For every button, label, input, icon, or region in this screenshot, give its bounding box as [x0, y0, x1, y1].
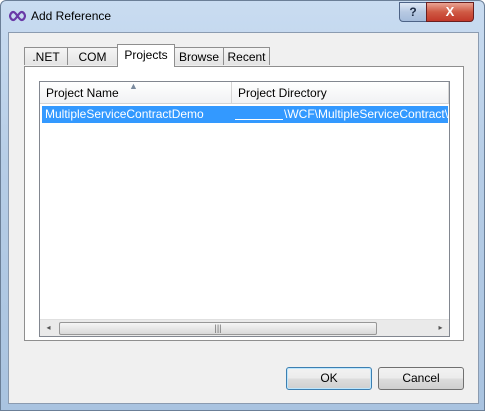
- tab-label: .NET: [32, 50, 60, 64]
- scroll-right-icon[interactable]: ▸: [432, 320, 449, 336]
- title-bar[interactable]: Add Reference ? X: [1, 1, 484, 31]
- tab-com[interactable]: COM: [67, 47, 118, 65]
- project-directory-cell: \WCF\MultipleServiceContract\: [284, 107, 448, 121]
- redacted-path-segment: [235, 119, 283, 120]
- projects-list[interactable]: ▲ Project Name Project Directory Multipl…: [39, 81, 450, 337]
- help-button[interactable]: ?: [399, 2, 427, 22]
- scroll-thumb[interactable]: |||: [59, 322, 377, 335]
- grip-icon: |||: [214, 323, 222, 333]
- close-button[interactable]: X: [426, 2, 474, 22]
- column-header-label: Project Directory: [238, 86, 327, 100]
- tab-label: Projects: [124, 48, 168, 62]
- cancel-button[interactable]: Cancel: [378, 367, 464, 390]
- column-header-project-directory[interactable]: Project Directory: [232, 82, 449, 104]
- tab-net[interactable]: .NET: [24, 47, 68, 65]
- tab-label: Recent: [227, 50, 266, 64]
- projects-tab-panel: ▲ Project Name Project Directory Multipl…: [24, 66, 464, 341]
- dialog-client-area: .NET COM Projects Browse Recent ▲ Projec…: [8, 32, 479, 404]
- tab-recent[interactable]: Recent: [223, 47, 270, 65]
- column-header-label: Project Name: [46, 86, 119, 100]
- project-name-cell: MultipleServiceContractDemo: [45, 107, 204, 121]
- horizontal-scrollbar[interactable]: ◂ ||| ▸: [40, 319, 449, 336]
- table-row[interactable]: MultipleServiceContractDemo \WCF\Multipl…: [42, 106, 448, 123]
- help-icon: ?: [409, 5, 417, 19]
- tab-label: COM: [78, 50, 107, 64]
- add-reference-dialog: Add Reference ? X .NET COM Projects Brow…: [0, 0, 485, 411]
- visual-studio-infinity-icon: [9, 10, 26, 22]
- sort-ascending-icon: ▲: [129, 81, 138, 91]
- tab-browse[interactable]: Browse: [174, 47, 224, 65]
- window-title: Add Reference: [31, 9, 112, 23]
- column-header-project-name[interactable]: ▲ Project Name: [40, 82, 232, 104]
- ok-button[interactable]: OK: [286, 367, 372, 390]
- close-icon: X: [445, 4, 455, 19]
- tab-label: Browse: [178, 50, 219, 64]
- scroll-left-icon[interactable]: ◂: [40, 320, 57, 336]
- tab-projects[interactable]: Projects: [117, 44, 175, 67]
